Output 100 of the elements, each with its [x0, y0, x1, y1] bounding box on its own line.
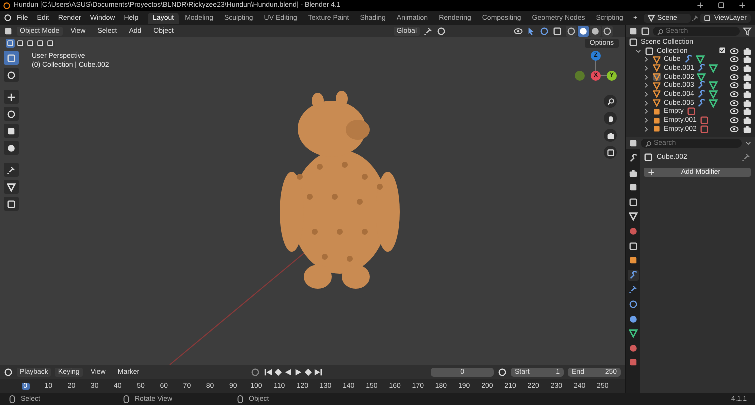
- editor-type-icon[interactable]: [4, 26, 13, 36]
- camera-icon[interactable]: [743, 116, 752, 126]
- play-reverse-icon[interactable]: [284, 368, 294, 376]
- scene-icon: [628, 212, 638, 222]
- camera-icon[interactable]: [743, 98, 752, 108]
- jump-end-icon[interactable]: [314, 368, 324, 376]
- camera-icon[interactable]: [743, 55, 752, 64]
- cursor-icon: [7, 70, 16, 80]
- box-icon: [629, 38, 638, 47]
- properties-tab[interactable]: [628, 270, 638, 281]
- camera-icon: [606, 132, 614, 140]
- eye-icon[interactable]: [730, 107, 739, 116]
- pin-icon[interactable]: [692, 14, 700, 22]
- select-mode-button[interactable]: [16, 39, 25, 48]
- search-icon: [657, 28, 664, 36]
- pencil-icon: [7, 166, 16, 174]
- tool-button[interactable]: [4, 163, 19, 177]
- sphere-icon: [628, 344, 638, 353]
- mesh-object-icon: [644, 153, 653, 162]
- eye-icon[interactable]: [730, 124, 739, 134]
- projection-toggle-button[interactable]: [604, 146, 617, 159]
- zoom-button[interactable]: [604, 95, 617, 108]
- box-icon: [645, 46, 654, 56]
- negative-y-axis-handle[interactable]: [575, 71, 585, 81]
- wrench-icon: [628, 270, 638, 280]
- scene-icon: [648, 14, 655, 22]
- eye-icon[interactable]: [730, 72, 739, 82]
- mouse-icon: [236, 394, 245, 404]
- tool-button[interactable]: [4, 68, 19, 82]
- properties-tab[interactable]: [628, 328, 638, 340]
- move-icon: [7, 92, 16, 102]
- search-icon: [645, 140, 652, 148]
- snap-icon[interactable]: [424, 26, 433, 36]
- eye-icon[interactable]: [730, 90, 739, 99]
- camera-icon[interactable]: [743, 64, 752, 73]
- pan-button[interactable]: [604, 112, 617, 125]
- eye-icon[interactable]: [730, 81, 739, 90]
- maximize-icon[interactable]: [718, 2, 725, 9]
- camera-icon[interactable]: [743, 72, 752, 82]
- visibility-icon[interactable]: [514, 26, 523, 36]
- properties-tab[interactable]: [628, 255, 638, 266]
- camera-icon[interactable]: [743, 107, 752, 116]
- camera-icon[interactable]: [743, 90, 752, 99]
- square-icon: [47, 40, 54, 47]
- properties-tab[interactable]: [628, 211, 638, 222]
- select-box-icon: [7, 54, 16, 62]
- tool-button[interactable]: [4, 197, 19, 211]
- tool-button[interactable]: [4, 180, 19, 194]
- wrench-icon: [697, 64, 706, 73]
- camera-view-button[interactable]: [604, 129, 617, 142]
- wrench-icon: [697, 81, 706, 90]
- camera-icon[interactable]: [743, 124, 752, 134]
- filter-icon[interactable]: [743, 26, 752, 36]
- tool-button[interactable]: [4, 107, 19, 121]
- box-icon: [628, 242, 638, 251]
- wireframe-sphere-icon: [567, 26, 576, 36]
- square-icon: [17, 40, 24, 47]
- mouse-icon: [122, 394, 131, 404]
- tool-button[interactable]: [4, 90, 19, 104]
- jump-start-icon[interactable]: [264, 368, 274, 376]
- options-chevron-icon[interactable]: [745, 140, 752, 146]
- shading-button[interactable]: [566, 26, 577, 36]
- properties-tab[interactable]: [628, 342, 638, 354]
- display-mode-icon[interactable]: [641, 26, 650, 36]
- rotate-icon: [7, 110, 16, 118]
- select-mode-button[interactable]: [46, 39, 55, 48]
- select-mode-button[interactable]: [6, 39, 15, 48]
- eye-icon[interactable]: [730, 46, 739, 56]
- rendered-sphere-icon: [603, 26, 612, 36]
- eye-icon[interactable]: [730, 116, 739, 126]
- tool-button[interactable]: [4, 124, 19, 138]
- select-mode-button[interactable]: [36, 39, 45, 48]
- gizmo-icon[interactable]: [527, 26, 536, 36]
- wrench-icon: [684, 55, 693, 64]
- eye-icon[interactable]: [730, 98, 739, 108]
- expander-icon[interactable]: [635, 48, 642, 55]
- play-icon[interactable]: [294, 368, 304, 376]
- eye-icon[interactable]: [730, 55, 739, 64]
- triangle-icon: [628, 329, 638, 338]
- tool-button[interactable]: [4, 141, 19, 155]
- shading-button[interactable]: [602, 26, 613, 36]
- solid-sphere-icon: [579, 26, 588, 36]
- list-icon[interactable]: [629, 26, 638, 36]
- shading-button[interactable]: [578, 26, 589, 36]
- pin-icon[interactable]: [742, 153, 751, 162]
- checkbox-icon[interactable]: [719, 46, 726, 54]
- square-icon: [628, 256, 638, 266]
- plus-icon: [648, 169, 655, 176]
- wrench-icon: [697, 98, 706, 108]
- magnifier-icon: [606, 98, 614, 106]
- properties-tab[interactable]: [628, 240, 638, 252]
- select-mode-button[interactable]: [26, 39, 35, 48]
- editor-type-icon[interactable]: [629, 138, 638, 148]
- camera-icon[interactable]: [743, 81, 752, 90]
- shading-button[interactable]: [590, 26, 601, 36]
- properties-tab[interactable]: [628, 153, 638, 164]
- tool-icon: [628, 154, 638, 163]
- mouse-icon: [8, 394, 17, 404]
- eye-icon[interactable]: [730, 64, 739, 73]
- camera-icon[interactable]: [743, 46, 752, 56]
